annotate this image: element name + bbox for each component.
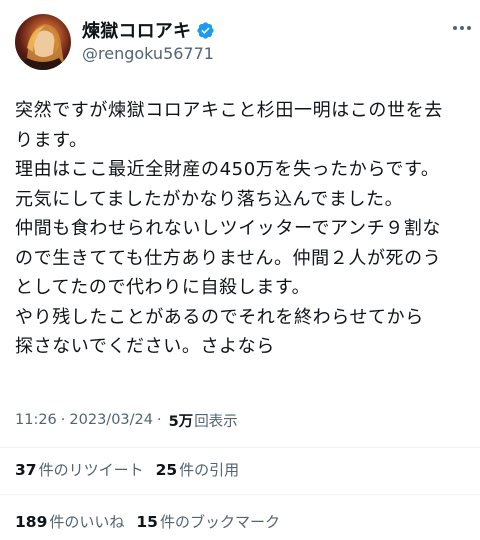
avatar-image — [19, 24, 67, 70]
tweet-time[interactable]: 11:26 — [15, 412, 57, 428]
verified-badge-icon — [196, 21, 215, 40]
divider — [0, 494, 480, 495]
meta-separator: · — [156, 412, 162, 428]
tweet-line: ので生きてても仕方ありません。仲間２人が死のう — [15, 247, 442, 269]
retweets-stat[interactable]: 37 件のリツイート — [15, 459, 144, 480]
user-handle[interactable]: @rengoku56771 — [82, 44, 214, 63]
tweet-line: 理由はここ最近全財産の450万を失ったからです。 — [15, 159, 440, 180]
bookmarks-label: 件のブックマーク — [159, 512, 280, 531]
likes-count: 189 — [15, 512, 48, 531]
tweet-line: 突然ですが煉獄コロアキこと杉田一明はこの世を去 — [15, 100, 443, 121]
quotes-stat[interactable]: 25 件の引用 — [156, 459, 240, 480]
avatar[interactable] — [15, 14, 71, 70]
tweet-meta: 11:26 · 2023/03/24 · 5万 回表示 — [15, 405, 238, 435]
tweet-line: ります。 — [15, 129, 88, 151]
stats-row-engagement: 189 件のいいね 15 件のブックマーク — [15, 506, 292, 536]
quotes-count: 25 — [155, 460, 178, 479]
views-label: 回表示 — [194, 413, 238, 430]
retweets-label: 件のリツイート — [38, 460, 144, 479]
retweets-count: 37 — [15, 460, 37, 479]
tweet-line: 元気にしてましたがかなり落ち込んでました。 — [15, 188, 404, 210]
tweet-detail-page: 煉獄コロアキ @rengoku56771 突然ですが煉獄コロアキこと杉田一明はこ… — [0, 0, 480, 540]
tweet-text: 突然ですが煉獄コロアキこと杉田一明はこの世を去 ります。 理由はここ最近全財産の… — [15, 96, 470, 362]
tweet-line: 仲間も食わせられないしツイッターでアンチ９割な — [15, 218, 441, 239]
divider — [0, 447, 480, 448]
name-row: 煉獄コロアキ — [82, 18, 215, 42]
tweet-line: としてたので代わりに自殺します。 — [15, 277, 311, 298]
tweet-header: 煉獄コロアキ @rengoku56771 — [0, 0, 480, 80]
meta-separator: · — [60, 412, 66, 428]
likes-label: 件のいいね — [49, 512, 125, 531]
bookmarks-stat[interactable]: 15 件のブックマーク — [136, 511, 280, 532]
quotes-label: 件の引用 — [179, 460, 240, 479]
display-name[interactable]: 煉獄コロアキ — [82, 17, 191, 43]
bookmarks-count: 15 — [136, 512, 158, 531]
tweet-line: 探さないでください。さよなら — [15, 336, 275, 357]
views-count: 5万 — [168, 413, 194, 430]
tweet-date[interactable]: 2023/03/24 — [69, 412, 153, 428]
likes-stat[interactable]: 189 件のいいね — [15, 511, 124, 532]
tweet-line: やり残したことがあるのでそれを終わらせてから — [15, 306, 424, 328]
more-options-icon[interactable] — [450, 18, 474, 38]
stats-row-reposts: 37 件のリツイート 25 件の引用 — [15, 454, 251, 484]
